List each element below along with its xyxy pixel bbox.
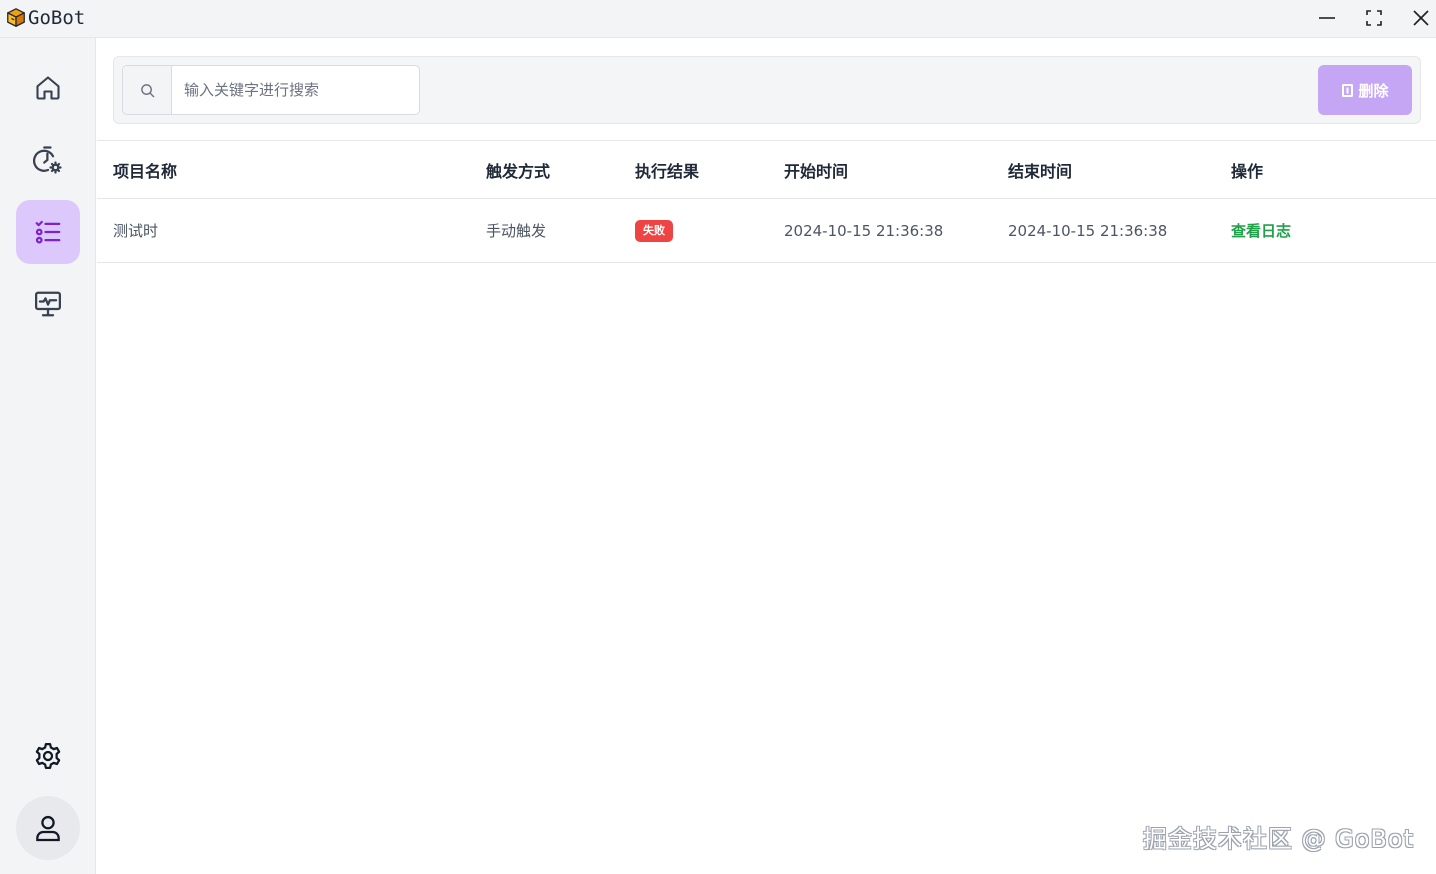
- column-header-trigger[interactable]: 触发方式: [486, 141, 550, 198]
- delete-button-label: 删除: [1358, 81, 1389, 100]
- cell-trigger: 手动触发: [486, 222, 547, 240]
- sidebar-item-execution-logs[interactable]: [16, 200, 80, 264]
- execution-log-table: 项目名称 触发方式 执行结果 开始时间 结束时间 操作 测试时 手动触发 失败 …: [97, 140, 1436, 263]
- table-row[interactable]: 测试时 手动触发 失败 2024-10-15 21:36:38 2024-10-…: [97, 199, 1436, 263]
- cell-start-time: 2024-10-15 21:36:38: [784, 221, 944, 240]
- gobot-logo-icon: [7, 8, 25, 27]
- watermark: 掘金技术社区 @ GoBot: [1142, 825, 1414, 853]
- cell-result: 失败: [635, 199, 673, 262]
- timer-settings-icon: [33, 146, 62, 174]
- search-box[interactable]: [122, 65, 420, 115]
- sidebar-item-monitor[interactable]: [16, 272, 80, 336]
- column-header-actions: 操作: [1231, 161, 1264, 181]
- delete-button[interactable]: 删除: [1318, 65, 1412, 115]
- home-icon: [36, 76, 60, 100]
- column-header-start-time[interactable]: 开始时间: [784, 141, 848, 198]
- column-header-result[interactable]: 执行结果: [635, 141, 699, 198]
- cell-end-time: 2024-10-15 21:36:38: [1008, 221, 1168, 240]
- main-content: 删除 项目名称 触发方式 执行结果 开始时间 结束时间 操作 测试时 手动触发 …: [97, 38, 1436, 874]
- sidebar-item-settings[interactable]: [16, 724, 80, 788]
- gear-icon: [35, 743, 61, 769]
- column-header-project-name[interactable]: 项目名称: [113, 141, 177, 198]
- status-badge-failed: 失败: [635, 219, 673, 242]
- sidebar: [0, 38, 96, 874]
- sidebar-item-home[interactable]: [16, 56, 80, 120]
- user-avatar-button[interactable]: [16, 796, 80, 860]
- column-header-end-time[interactable]: 结束时间: [1008, 141, 1072, 198]
- monitor-icon: [35, 291, 61, 317]
- app-title: GoBot: [28, 7, 86, 29]
- search-icon-container: [123, 66, 172, 114]
- sidebar-item-scheduler[interactable]: [16, 128, 80, 192]
- cell-project-name: 测试时: [113, 222, 159, 240]
- task-list-icon: [35, 220, 61, 244]
- minimize-icon: [1319, 17, 1335, 19]
- search-icon: [140, 83, 154, 97]
- trash-icon: [1342, 84, 1354, 97]
- toolbar: 删除: [113, 56, 1421, 124]
- close-icon: [1413, 10, 1429, 26]
- user-icon: [36, 815, 60, 842]
- maximize-icon: [1366, 10, 1382, 26]
- minimize-button[interactable]: [1305, 0, 1349, 36]
- close-button[interactable]: [1399, 0, 1436, 36]
- cell-actions: 查看日志: [1231, 199, 1291, 262]
- view-log-link[interactable]: 查看日志: [1231, 220, 1291, 241]
- table-header: 项目名称 触发方式 执行结果 开始时间 结束时间 操作: [97, 141, 1436, 199]
- search-input[interactable]: [172, 66, 419, 114]
- maximize-button[interactable]: [1352, 0, 1396, 36]
- title-bar: GoBot: [0, 0, 1436, 38]
